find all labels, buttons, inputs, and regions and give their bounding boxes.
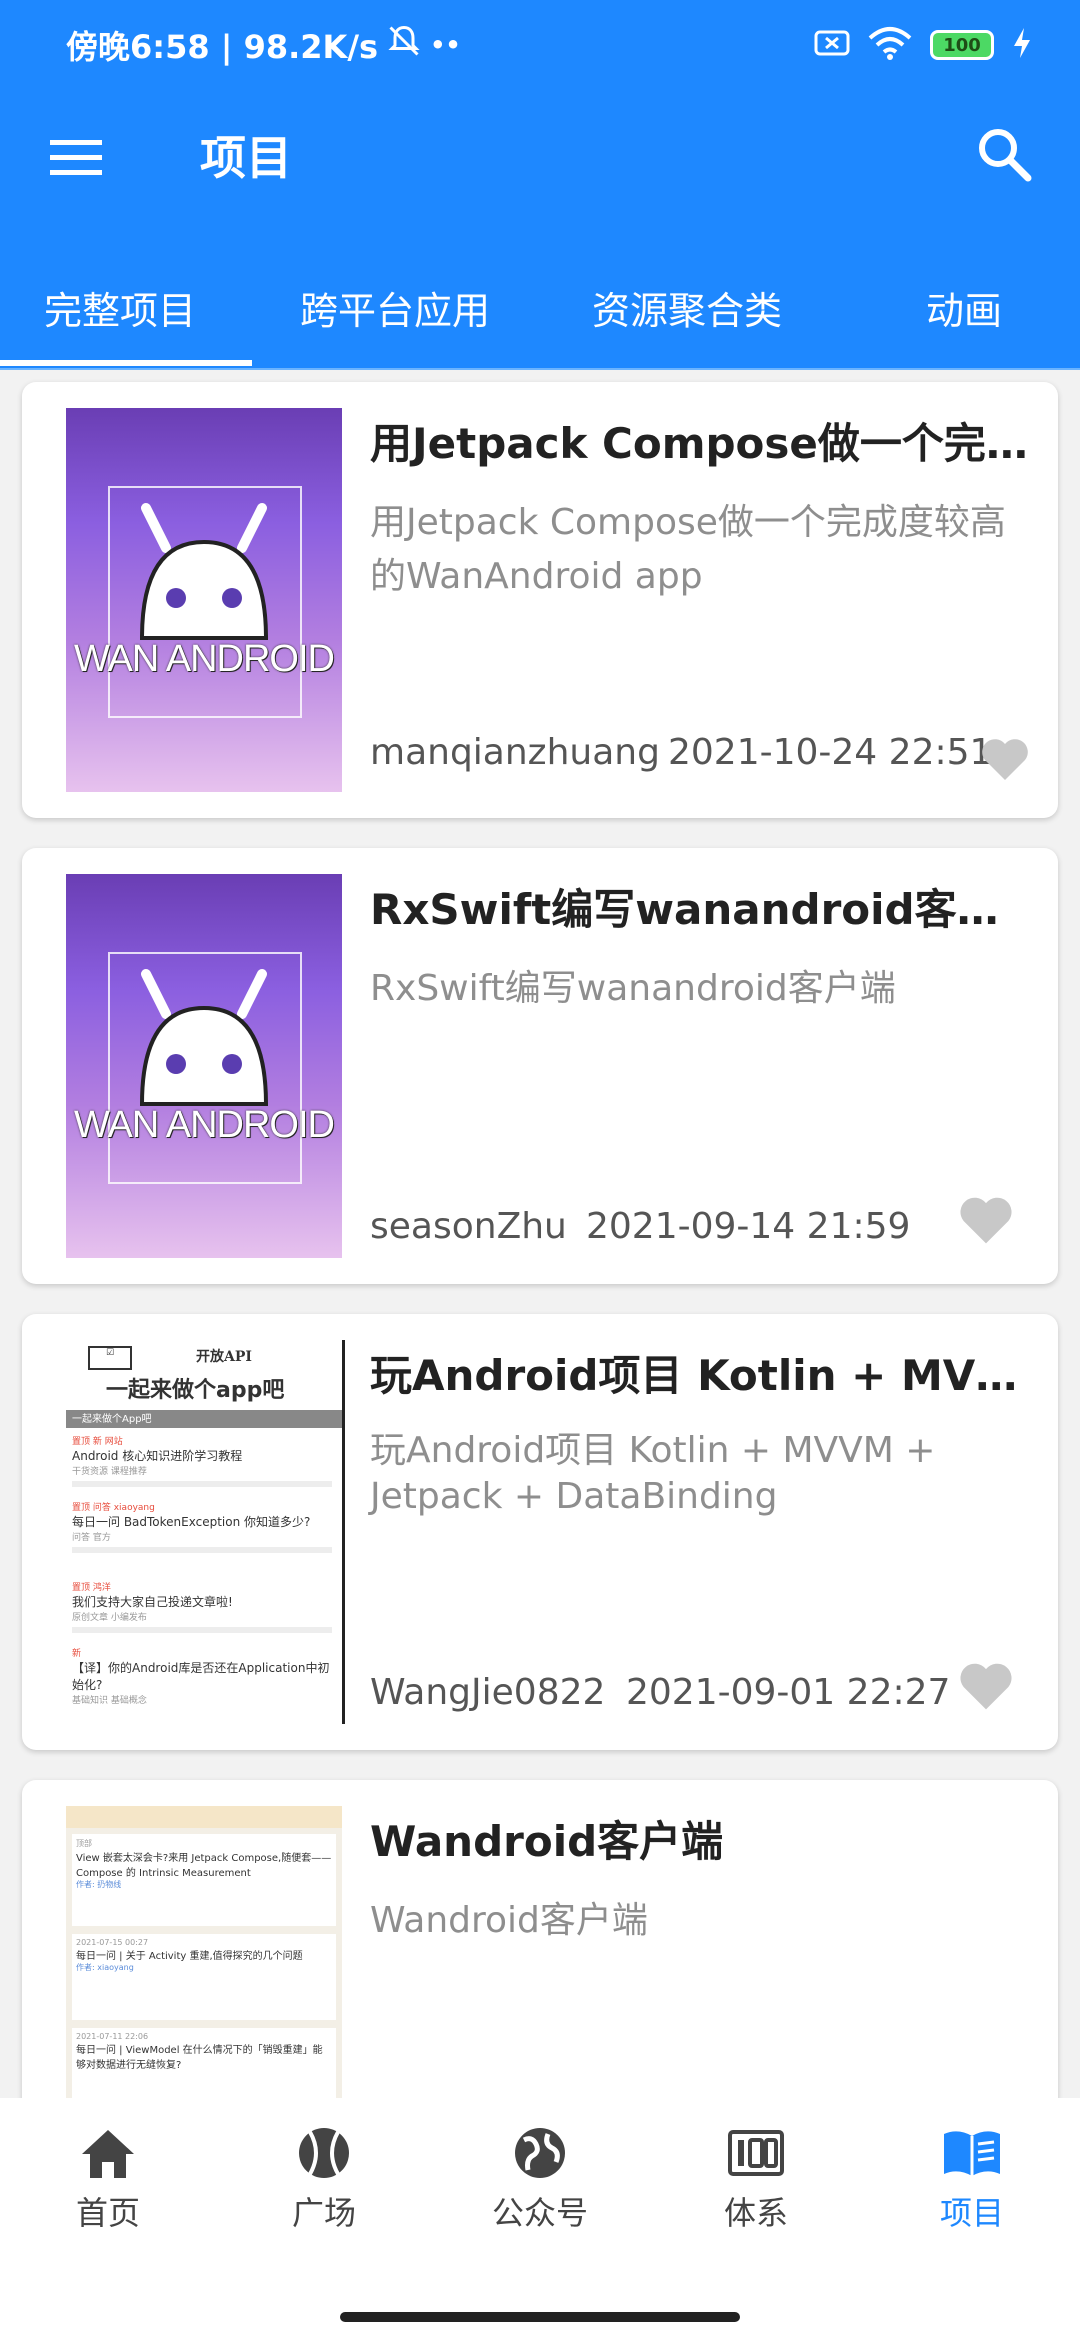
project-title: RxSwift编写wanandroid客户端 <box>370 885 1030 934</box>
preview-row-title: 每日一问 | 关于 Activity 重建,值得探究的几个问题 <box>76 1951 303 1962</box>
preview-row-tags: 原创文章 小编发布 <box>72 1613 147 1623</box>
preview-row-meta: 2021-07-11 22:06 <box>76 2032 149 2041</box>
preview-row-meta: 置顶 鸿洋 <box>72 1583 111 1593</box>
nav-item-projects[interactable]: 项目 <box>864 2126 1080 2234</box>
project-description: 玩Android项目 Kotlin + MVVM + Jetpack + Dat… <box>370 1430 936 1517</box>
preview-row: 顶部 View 嵌套太深会卡?来用 Jetpack Compose,随便套——C… <box>72 1834 336 1926</box>
preview-header <box>66 1806 342 1828</box>
wifi-icon <box>868 26 912 64</box>
project-thumbnail: WAN ANDROID <box>66 874 342 1258</box>
status-time: 傍晚6:58 | 98.2K/s <box>66 28 379 66</box>
preview-row-tags: 基础知识 基础概念 <box>72 1696 147 1706</box>
nav-item-square[interactable]: 广场 <box>216 2126 432 2234</box>
project-title: Wandroid客户端 <box>370 1817 724 1866</box>
preview-tag: 开放API <box>196 1349 252 1365</box>
preview-subbanner: 一起来做个App吧 <box>66 1410 342 1428</box>
preview-logo-icon: ☑ <box>88 1346 132 1370</box>
project-date: 2021-10-24 22:51 <box>668 732 993 773</box>
thumbnail-text: WAN ANDROID <box>74 638 335 680</box>
preview-row-title: 每日一问 | ViewModel 在什么情况下的「销毁重建」能够对数据进行无缝恢… <box>76 2045 323 2071</box>
preview-row-meta: 置顶 新 网站 <box>72 1437 123 1447</box>
preview-row: 置顶 新 网站 Android 核心知识进阶学习教程 干货资源 课程推荐 <box>72 1434 332 1487</box>
nav-item-system[interactable]: 体系 <box>648 2126 864 2234</box>
project-title: 用Jetpack Compose做一个完成度较高的WanAndroid app <box>370 419 1030 468</box>
project-author: WangJie0822 <box>370 1672 606 1713</box>
tab-indicator <box>0 360 252 366</box>
nav-label: 项目 <box>939 2194 1004 2232</box>
more-dots-icon: •• <box>430 31 461 59</box>
favorite-heart-icon[interactable] <box>980 738 1030 786</box>
nav-label: 广场 <box>291 2194 356 2232</box>
status-bar: 傍晚6:58 | 98.2K/s •• 100 <box>0 0 1080 96</box>
project-card[interactable]: ☑ 开放API 一起来做个app吧 一起来做个App吧 置顶 新 网站 Andr… <box>22 1314 1058 1750</box>
thumbnail-text: WAN ANDROID <box>74 1104 335 1146</box>
nav-item-official-accounts[interactable]: 公众号 <box>432 2126 648 2234</box>
counter-icon <box>728 2130 784 2176</box>
tab-bar: 完整项目 跨平台应用 资源聚合类 动画 <box>0 252 1080 368</box>
nav-label: 首页 <box>75 2194 140 2232</box>
preview-row-tags: 作者: 扔物线 <box>76 1880 122 1889</box>
preview-header: ☑ 开放API 一起来做个app吧 <box>66 1340 342 1410</box>
project-author: seasonZhu <box>370 1206 567 1247</box>
preview-row: 新 【译】你的Android库是否还在Application中初始化? 基础知识… <box>72 1646 332 1710</box>
preview-banner: 一起来做个app吧 <box>106 1378 285 1403</box>
tabs-divider <box>0 368 1080 370</box>
preview-row-meta: 顶部 <box>76 1839 92 1848</box>
globe-icon <box>515 2128 565 2178</box>
tab-animation[interactable]: 动画 <box>926 280 1002 335</box>
project-thumbnail: ☑ 开放API 一起来做个app吧 一起来做个App吧 置顶 新 网站 Andr… <box>66 1340 345 1724</box>
baseball-icon <box>299 2128 349 2178</box>
preview-row-title: Android 核心知识进阶学习教程 <box>72 1449 243 1463</box>
search-icon[interactable] <box>976 126 1032 186</box>
status-left: 傍晚6:58 | 98.2K/s •• <box>66 22 461 68</box>
tab-resource-aggregation[interactable]: 资源聚合类 <box>592 280 782 335</box>
project-author: manqianzhuang <box>370 732 660 773</box>
thumbnail-app-preview: ☑ 开放API 一起来做个app吧 一起来做个App吧 置顶 新 网站 Andr… <box>66 1340 342 1724</box>
project-card[interactable]: WAN ANDROID RxSwift编写wanandroid客户端 RxSwi… <box>22 848 1058 1284</box>
preview-row-tags: 问答 官方 <box>72 1533 111 1543</box>
bell-muted-icon <box>386 23 422 67</box>
status-right: 100 <box>814 26 1032 64</box>
home-indicator[interactable] <box>340 2312 740 2322</box>
preview-row-meta: 2021-07-15 00:27 <box>76 1938 149 1947</box>
nav-label: 公众号 <box>491 2194 588 2232</box>
project-date: 2021-09-01 22:27 <box>626 1672 951 1713</box>
nav-label: 体系 <box>723 2194 788 2232</box>
project-card[interactable]: WAN ANDROID 用Jetpack Compose做一个完成度较高的Wan… <box>22 382 1058 818</box>
preview-row-title: 【译】你的Android库是否还在Application中初始化? <box>72 1661 330 1692</box>
preview-row-tags: 干货资源 课程推荐 <box>72 1467 147 1477</box>
preview-row-title: 每日一问 BadTokenException 你知道多少? <box>72 1515 311 1529</box>
android-robot-icon <box>139 503 269 640</box>
preview-row-meta: 置顶 问答 xiaoyang <box>72 1503 155 1513</box>
book-icon <box>944 2131 1000 2176</box>
project-description: Wandroid客户端 <box>370 1900 648 1941</box>
menu-icon[interactable] <box>50 138 104 182</box>
charging-icon <box>1012 26 1032 64</box>
preview-row-title: 我们支持大家自己投递文章啦! <box>72 1595 233 1609</box>
project-title: 玩Android项目 Kotlin + MVVM + Jetpack + Dat… <box>370 1351 1030 1400</box>
page-title: 项目 <box>200 131 292 185</box>
preview-row: 置顶 鸿洋 我们支持大家自己投递文章啦! 原创文章 小编发布 <box>72 1580 332 1633</box>
favorite-heart-icon[interactable] <box>958 1662 1014 1716</box>
tab-complete-projects[interactable]: 完整项目 <box>44 280 196 335</box>
bottom-navigation: 首页 广场 公众号 体系 项目 <box>0 2098 1080 2340</box>
tab-cross-platform[interactable]: 跨平台应用 <box>300 280 490 335</box>
project-description: RxSwift编写wanandroid客户端 <box>370 968 896 1009</box>
android-robot-icon <box>139 969 269 1106</box>
home-icon <box>82 2130 134 2178</box>
battery-indicator: 100 <box>930 30 994 60</box>
preview-row-meta: 新 <box>72 1649 82 1659</box>
preview-row: 2021-07-15 00:27 每日一问 | 关于 Activity 重建,值… <box>72 1934 336 2020</box>
project-thumbnail: WAN ANDROID <box>66 408 342 792</box>
sim-x-icon <box>814 28 850 62</box>
project-date: 2021-09-14 21:59 <box>586 1206 911 1247</box>
favorite-heart-icon[interactable] <box>958 1196 1014 1250</box>
preview-row-tags: 作者: xiaoyang <box>76 1963 134 1972</box>
project-description: 用Jetpack Compose做一个完成度较高的WanAndroid app <box>370 502 1006 597</box>
nav-item-home[interactable]: 首页 <box>0 2126 216 2234</box>
preview-row-title: View 嵌套太深会卡?来用 Jetpack Compose,随便套——Comp… <box>76 1853 332 1879</box>
preview-row: 置顶 问答 xiaoyang 每日一问 BadTokenException 你知… <box>72 1500 332 1553</box>
